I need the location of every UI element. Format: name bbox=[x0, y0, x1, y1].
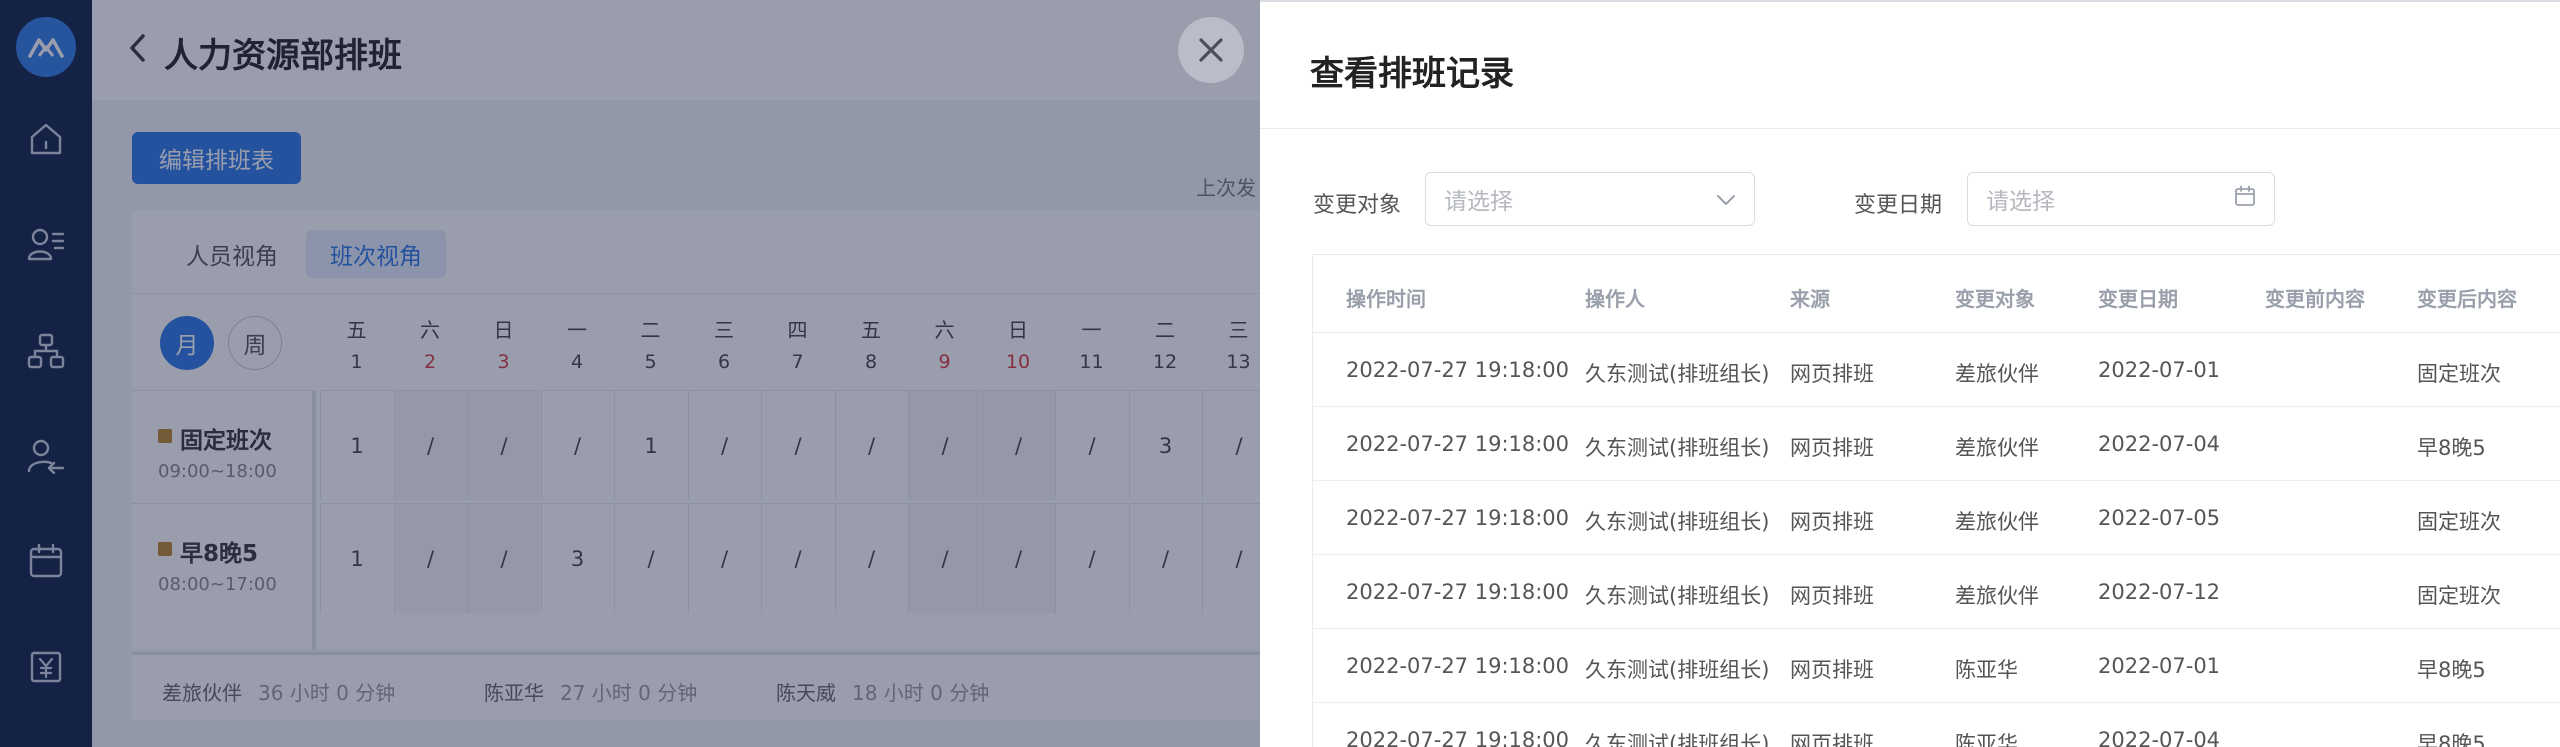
table-cell: 久东测试(排班组长) bbox=[1585, 436, 1770, 460]
table-cell: 固定班次 bbox=[2417, 510, 2501, 534]
table-row[interactable]: 2022-07-27 19:18:00 久东测试(排班组长) 网页排班 差旅伙伴 202… bbox=[1313, 407, 2560, 481]
table-cell: 固定班次 bbox=[2417, 584, 2501, 608]
table-cell: 2022-07-27 19:18:00 bbox=[1346, 358, 1570, 382]
table-cell: 差旅伙伴 bbox=[1955, 436, 2039, 460]
table-cell: 网页排班 bbox=[1790, 584, 1874, 608]
table-cell: 2022-07-27 19:18:00 bbox=[1346, 506, 1570, 530]
table-cell: 网页排班 bbox=[1790, 362, 1874, 386]
table-header-cell: 变更前内容 bbox=[2265, 287, 2365, 311]
schedule-record-drawer: 查看排班记录 变更对象 请选择 变更日期 请选择 操作时间 操作人 来源 变更对象 变更… bbox=[1260, 0, 2560, 747]
table-cell: 久东测试(排班组长) bbox=[1585, 658, 1770, 682]
record-table: 操作时间 操作人 来源 变更对象 变更日期 变更前内容 变更后内容 2022-07-27 1… bbox=[1312, 254, 2560, 747]
table-header-cell: 变更后内容 bbox=[2417, 287, 2517, 311]
table-cell: 网页排班 bbox=[1790, 436, 1874, 460]
table-row[interactable]: 2022-07-27 19:18:00 久东测试(排班组长) 网页排班 陈亚华 2022… bbox=[1313, 629, 2560, 703]
table-header-cell: 变更对象 bbox=[1955, 287, 2035, 311]
table-cell: 早8晚5 bbox=[2417, 732, 2486, 747]
close-icon[interactable] bbox=[1178, 17, 1244, 83]
table-row[interactable]: 2022-07-27 19:18:00 久东测试(排班组长) 网页排班 差旅伙伴 202… bbox=[1313, 555, 2560, 629]
table-cell: 陈亚华 bbox=[1955, 658, 2018, 682]
chevron-down-icon bbox=[1716, 186, 1736, 212]
table-cell: 2022-07-27 19:18:00 bbox=[1346, 654, 1570, 678]
table-cell: 2022-07-01 bbox=[2098, 654, 2221, 678]
table-header-cell: 变更日期 bbox=[2098, 287, 2178, 311]
drawer-divider bbox=[1260, 128, 2560, 129]
table-header-cell: 来源 bbox=[1790, 287, 1830, 311]
table-cell: 差旅伙伴 bbox=[1955, 584, 2039, 608]
change-target-label: 变更对象 bbox=[1313, 193, 1402, 218]
table-cell: 2022-07-27 19:18:00 bbox=[1346, 580, 1570, 604]
table-cell: 2022-07-05 bbox=[2098, 506, 2221, 530]
change-date-placeholder: 请选择 bbox=[1986, 189, 2055, 215]
table-header-cell: 操作人 bbox=[1585, 287, 1645, 311]
table-header-cell: 操作时间 bbox=[1346, 287, 1426, 311]
table-row[interactable]: 2022-07-27 19:18:00 久东测试(排班组长) 网页排班 差旅伙伴 202… bbox=[1313, 481, 2560, 555]
table-cell: 早8晚5 bbox=[2417, 436, 2486, 460]
change-target-placeholder: 请选择 bbox=[1444, 189, 1513, 215]
change-target-select[interactable]: 请选择 bbox=[1425, 172, 1755, 226]
modal-overlay[interactable] bbox=[0, 0, 1260, 747]
change-date-picker[interactable]: 请选择 bbox=[1967, 172, 2275, 226]
table-cell: 2022-07-04 bbox=[2098, 728, 2221, 747]
table-cell: 网页排班 bbox=[1790, 658, 1874, 682]
table-row[interactable]: 2022-07-27 19:18:00 久东测试(排班组长) 网页排班 陈亚华 2022… bbox=[1313, 703, 2560, 747]
table-cell: 2022-07-12 bbox=[2098, 580, 2221, 604]
change-date-label: 变更日期 bbox=[1854, 193, 1943, 218]
table-cell: 差旅伙伴 bbox=[1955, 362, 2039, 386]
table-cell: 固定班次 bbox=[2417, 362, 2501, 386]
table-cell: 网页排班 bbox=[1790, 732, 1874, 747]
table-cell: 网页排班 bbox=[1790, 510, 1874, 534]
table-row[interactable]: 2022-07-27 19:18:00 久东测试(排班组长) 网页排班 差旅伙伴 202… bbox=[1313, 333, 2560, 407]
table-cell: 2022-07-01 bbox=[2098, 358, 2221, 382]
calendar-icon bbox=[2234, 185, 2256, 213]
table-cell: 久东测试(排班组长) bbox=[1585, 510, 1770, 534]
table-cell: 久东测试(排班组长) bbox=[1585, 584, 1770, 608]
table-cell: 久东测试(排班组长) bbox=[1585, 362, 1770, 386]
table-cell: 2022-07-27 19:18:00 bbox=[1346, 432, 1570, 456]
table-cell: 2022-07-04 bbox=[2098, 432, 2221, 456]
table-cell: 早8晚5 bbox=[2417, 658, 2486, 682]
table-cell: 陈亚华 bbox=[1955, 732, 2018, 747]
table-cell: 久东测试(排班组长) bbox=[1585, 732, 1770, 747]
drawer-title: 查看排班记录 bbox=[1310, 54, 1514, 94]
table-cell: 2022-07-27 19:18:00 bbox=[1346, 728, 1570, 747]
table-header-row: 操作时间 操作人 来源 变更对象 变更日期 变更前内容 变更后内容 bbox=[1313, 255, 2560, 333]
table-cell: 差旅伙伴 bbox=[1955, 510, 2039, 534]
